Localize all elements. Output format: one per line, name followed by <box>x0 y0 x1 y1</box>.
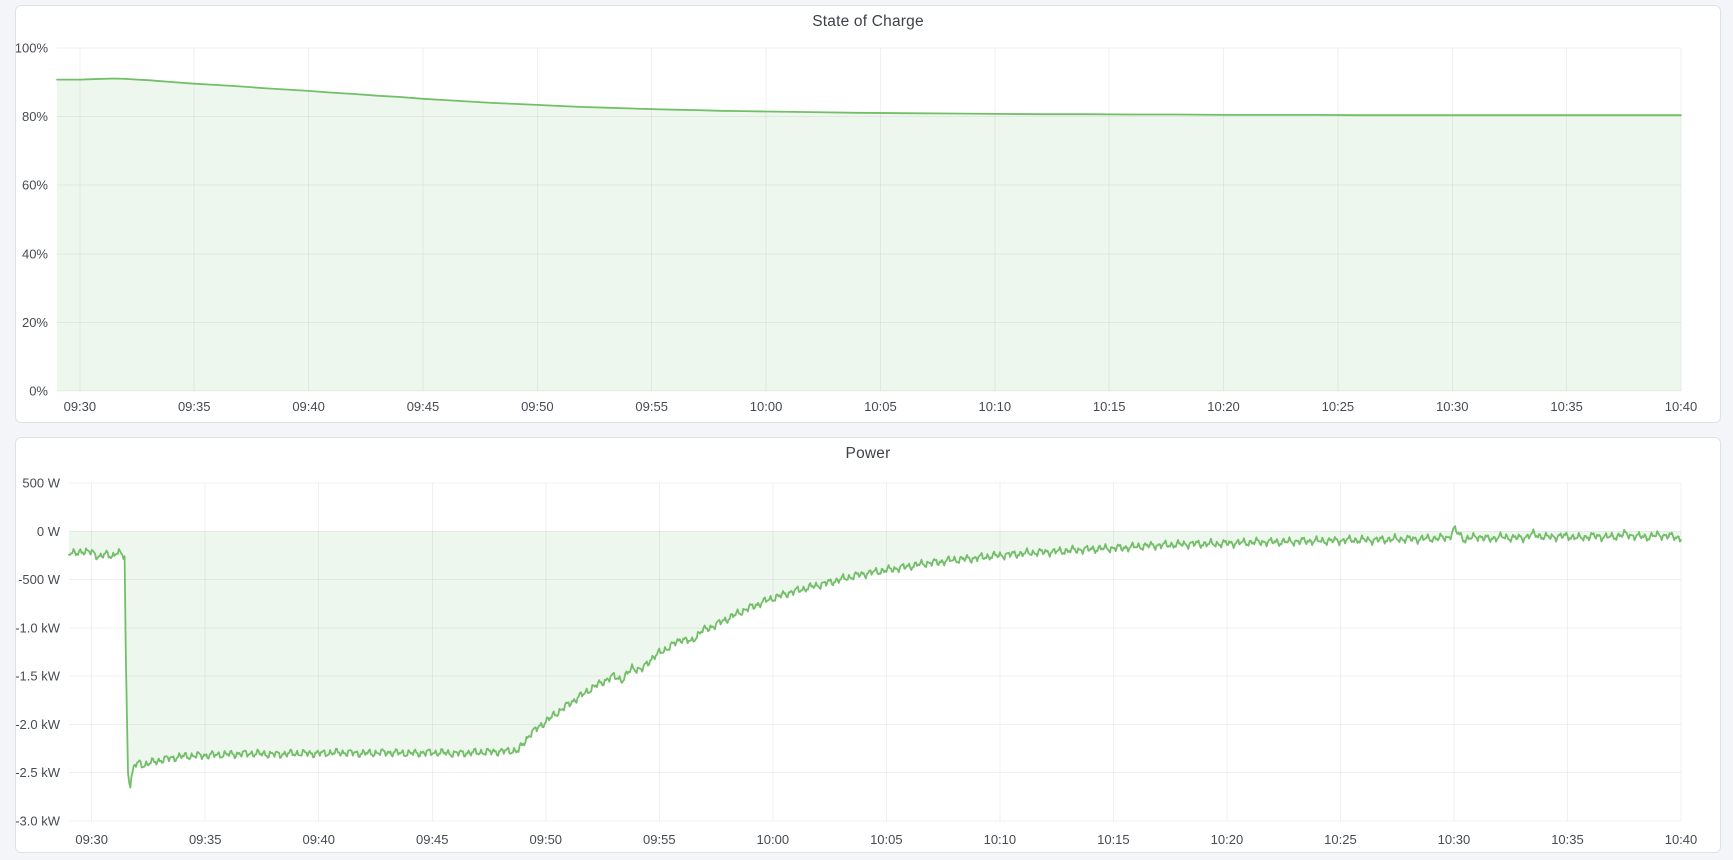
y-tick-label: -1.0 kW <box>16 620 61 635</box>
x-tick-label: 10:30 <box>1438 832 1471 847</box>
x-tick-label: 09:50 <box>530 832 563 847</box>
x-tick-label: 10:20 <box>1207 399 1240 414</box>
x-tick-label: 09:55 <box>635 399 668 414</box>
x-tick-label: 09:30 <box>75 832 108 847</box>
panel-header-state-of-charge[interactable]: State of Charge <box>16 6 1720 38</box>
x-tick-label: 09:55 <box>643 832 676 847</box>
y-tick-label: -2.0 kW <box>16 717 61 732</box>
x-tick-label: 09:45 <box>416 832 449 847</box>
x-tick-label: 10:00 <box>750 399 783 414</box>
x-tick-label: 10:40 <box>1665 832 1698 847</box>
y-tick-label: -1.5 kW <box>16 669 61 684</box>
panel-title-state-of-charge: State of Charge <box>812 13 924 31</box>
y-tick-label: 20% <box>22 315 48 330</box>
x-tick-label: 10:10 <box>979 399 1012 414</box>
x-tick-label: 10:35 <box>1550 399 1583 414</box>
x-tick-label: 09:45 <box>407 399 440 414</box>
x-tick-label: 10:10 <box>984 832 1017 847</box>
y-tick-label: 100% <box>16 41 48 56</box>
panel-power: 500 W 0 W -500 W -1.0 kW -1.5 kW -2.0 kW -2.5 … <box>15 437 1721 853</box>
x-tick-label: 10:15 <box>1097 832 1130 847</box>
x-tick-label: 09:30 <box>64 399 97 414</box>
y-tick-label: 0 W <box>37 524 61 539</box>
y-tick-label: 0% <box>29 384 48 399</box>
y-tick-label: -3.0 kW <box>16 814 61 829</box>
x-tick-label: 10:40 <box>1665 399 1698 414</box>
x-tick-label: 10:25 <box>1324 832 1357 847</box>
power-chart[interactable]: 500 W 0 W -500 W -1.0 kW -1.5 kW -2.0 kW -2.5 … <box>16 438 1720 852</box>
x-tick-label: 10:05 <box>870 832 903 847</box>
state-of-charge-chart[interactable]: 100% 80% 60% 40% 20% 0% 09:30 09:35 09:40 09:45 09… <box>16 6 1720 422</box>
y-tick-label: -2.5 kW <box>16 765 61 780</box>
x-tick-label: 09:50 <box>521 399 554 414</box>
y-tick-label: -500 W <box>18 572 61 587</box>
x-tick-label: 10:05 <box>864 399 897 414</box>
series-area <box>57 79 1681 392</box>
x-tick-label: 10:15 <box>1093 399 1126 414</box>
grafana-dashboard: 100% 80% 60% 40% 20% 0% 09:30 09:35 09:40 09:45 09… <box>0 0 1733 860</box>
series-area <box>69 526 1681 788</box>
y-tick-label: 500 W <box>22 476 60 491</box>
x-tick-label: 10:20 <box>1211 832 1244 847</box>
x-tick-label: 10:30 <box>1436 399 1469 414</box>
x-tick-label: 09:40 <box>302 832 335 847</box>
x-tick-label: 09:40 <box>292 399 325 414</box>
panel-state-of-charge: 100% 80% 60% 40% 20% 0% 09:30 09:35 09:40 09:45 09… <box>15 5 1721 423</box>
y-tick-label: 60% <box>22 178 48 193</box>
x-tick-label: 10:35 <box>1551 832 1584 847</box>
x-tick-label: 09:35 <box>189 832 222 847</box>
y-tick-label: 80% <box>22 109 48 124</box>
x-tick-label: 10:00 <box>757 832 790 847</box>
panel-title-power: Power <box>846 445 891 463</box>
x-tick-label: 09:35 <box>178 399 211 414</box>
panel-header-power[interactable]: Power <box>16 438 1720 470</box>
x-tick-label: 10:25 <box>1322 399 1355 414</box>
y-tick-label: 40% <box>22 246 48 261</box>
